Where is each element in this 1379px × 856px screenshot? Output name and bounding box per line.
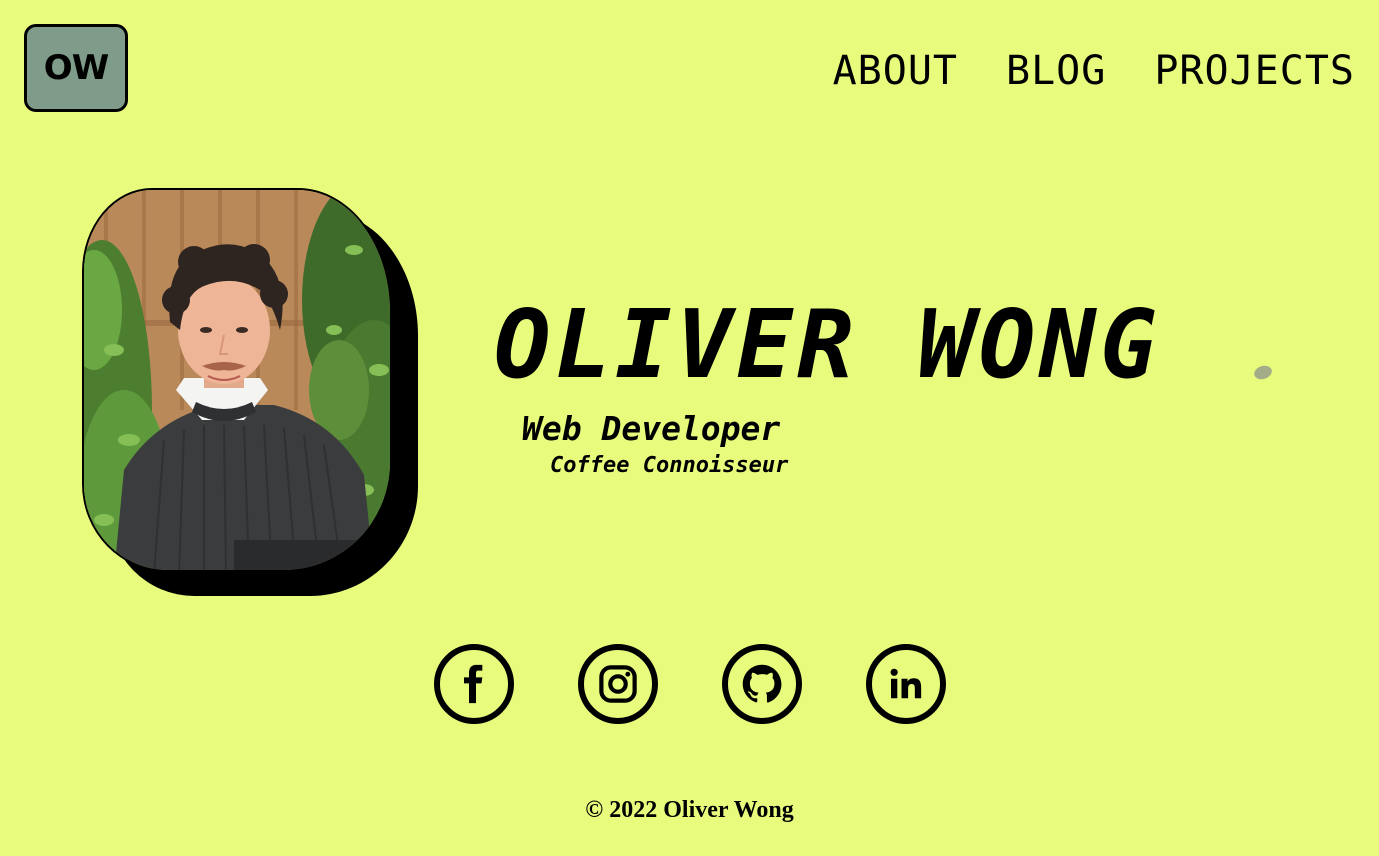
hero-name: OLIVER WONG bbox=[494, 291, 1161, 400]
facebook-link[interactable] bbox=[434, 644, 514, 724]
profile-photo bbox=[82, 188, 392, 572]
logo-text: OW bbox=[43, 48, 109, 88]
github-link[interactable] bbox=[722, 644, 802, 724]
github-icon bbox=[742, 664, 782, 703]
main-nav: ABOUT BLOG PROJECTS bbox=[833, 48, 1355, 94]
name-accent-dot bbox=[1252, 363, 1274, 382]
facebook-icon bbox=[464, 664, 483, 704]
linkedin-link[interactable] bbox=[866, 644, 946, 724]
social-links bbox=[434, 644, 946, 724]
nav-about-link[interactable]: ABOUT bbox=[833, 48, 958, 94]
nav-projects-link[interactable]: PROJECTS bbox=[1154, 48, 1355, 94]
hero-role: Web Developer bbox=[522, 409, 781, 448]
logo-home-link[interactable]: OW bbox=[24, 24, 128, 112]
nav-blog-link[interactable]: BLOG bbox=[1006, 48, 1106, 94]
hero-subrole: Coffee Connoisseur bbox=[550, 453, 789, 478]
instagram-icon bbox=[599, 665, 637, 703]
instagram-link[interactable] bbox=[578, 644, 658, 724]
profile-photo-frame bbox=[82, 188, 418, 596]
footer-copyright: © 2022 Oliver Wong bbox=[585, 797, 794, 823]
linkedin-icon bbox=[890, 668, 922, 699]
